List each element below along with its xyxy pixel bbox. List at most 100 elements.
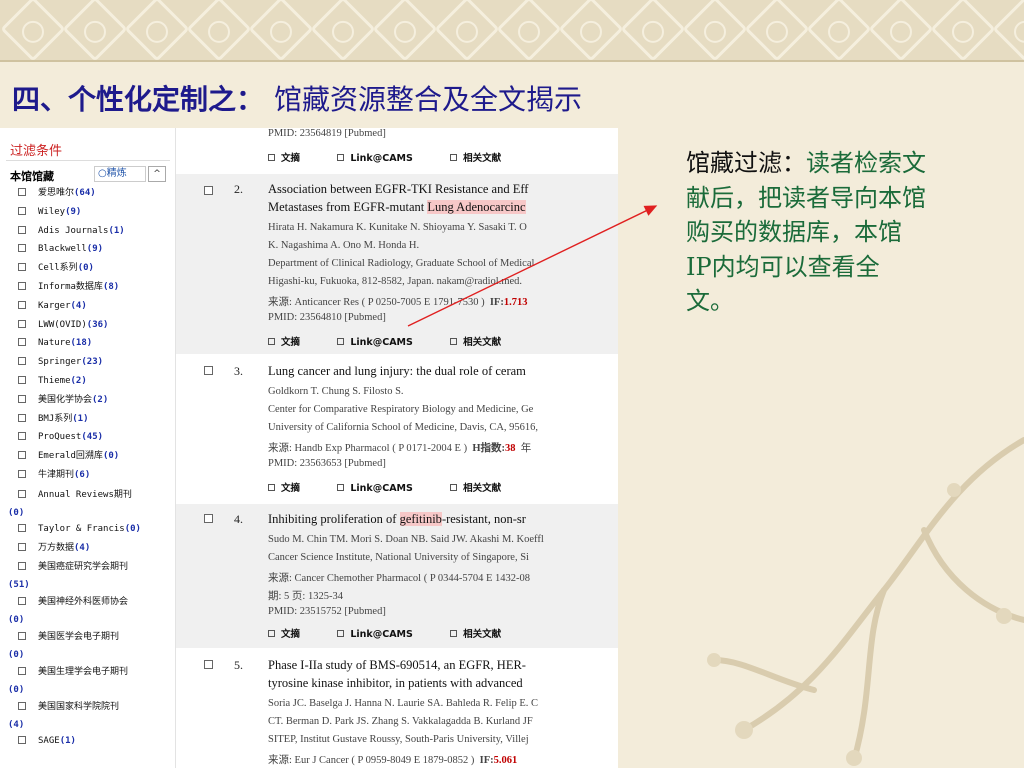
record-title[interactable]: Phase I-IIa study of BMS-690514, an EGFR… bbox=[268, 658, 618, 673]
link-cams[interactable]: Link@CAMS bbox=[337, 483, 413, 494]
related-link[interactable]: 相关文献 bbox=[450, 629, 501, 640]
callout-lead: 馆藏过滤： bbox=[686, 149, 806, 177]
filter-checkbox[interactable] bbox=[18, 188, 26, 196]
record-authors: Goldkorn T. Chung S. Filosto S. bbox=[268, 386, 404, 397]
filter-item[interactable]: Emerald回溯库(0) bbox=[18, 447, 174, 466]
filter-item[interactable]: 爱思唯尔(64) bbox=[18, 184, 174, 203]
record-pmid[interactable]: PMID: 23563653 [Pubmed] bbox=[268, 458, 618, 469]
record-links: 文摘 Link@CAMS 相关文献 bbox=[268, 150, 535, 164]
filter-item[interactable]: Taylor & Francis(0) bbox=[18, 520, 174, 539]
lattice-ornament-icon bbox=[558, 0, 624, 60]
filter-checkbox[interactable] bbox=[18, 469, 26, 478]
related-link[interactable]: 相关文献 bbox=[450, 153, 501, 164]
filter-item[interactable]: Annual Reviews期刊 (0) bbox=[8, 485, 174, 520]
related-link[interactable]: 相关文献 bbox=[450, 483, 501, 494]
filter-item[interactable]: Blackwell(9) bbox=[18, 240, 174, 259]
record-source: 来源: Eur J Cancer ( P 0959-8049 E 1879-08… bbox=[268, 755, 518, 766]
record-pmid[interactable]: PMID: 23564810 [Pubmed] bbox=[268, 312, 618, 323]
link-cams[interactable]: Link@CAMS bbox=[337, 337, 413, 348]
record-title-line2[interactable]: Metastases from EGFR-mutant Lung Adenoca… bbox=[268, 200, 618, 215]
filter-item[interactable]: Springer(23) bbox=[18, 353, 174, 372]
record-checkbox[interactable] bbox=[204, 514, 213, 523]
filter-item[interactable]: 美国国家科学院院刊 (4) bbox=[8, 697, 174, 732]
abstract-link[interactable]: 文摘 bbox=[268, 629, 300, 640]
lattice-ornament-icon bbox=[310, 0, 376, 60]
refine-button[interactable]: ○精炼 bbox=[94, 166, 146, 182]
record-title[interactable]: Association between EGFR-TKI Resistance … bbox=[268, 182, 618, 197]
record-links: 文摘 Link@CAMS 相关文献 bbox=[268, 334, 535, 348]
filter-item[interactable]: 万方数据(4) bbox=[18, 539, 174, 558]
filter-checkbox[interactable] bbox=[18, 542, 26, 551]
divider bbox=[6, 160, 170, 161]
filter-item[interactable]: 美国神经外科医师协会 (0) bbox=[8, 592, 174, 627]
filter-checkbox[interactable] bbox=[18, 632, 26, 641]
abstract-link[interactable]: 文摘 bbox=[268, 483, 300, 494]
record-number: 3. bbox=[234, 364, 243, 378]
link-cams[interactable]: Link@CAMS bbox=[337, 629, 413, 640]
filter-item[interactable]: Wiley(9) bbox=[18, 203, 174, 222]
filter-item[interactable]: 美国癌症研究学会期刊 (51) bbox=[8, 557, 174, 592]
filter-item[interactable]: SAGE(1) bbox=[18, 732, 174, 751]
doc-icon bbox=[268, 484, 275, 491]
filter-item[interactable]: Nature(18) bbox=[18, 334, 174, 353]
filter-checkbox[interactable] bbox=[18, 281, 26, 290]
filter-checkbox[interactable] bbox=[18, 244, 26, 253]
filter-checkbox[interactable] bbox=[18, 432, 26, 441]
filter-checkbox[interactable] bbox=[18, 489, 26, 498]
filter-checkbox[interactable] bbox=[18, 394, 26, 403]
record-affiliation: Department of Clinical Radiology, Gradua… bbox=[268, 258, 535, 269]
collapse-button[interactable]: ^ bbox=[148, 166, 166, 182]
filter-checkbox[interactable] bbox=[18, 263, 26, 272]
filter-title: 过滤条件 bbox=[10, 144, 63, 159]
filter-checkbox[interactable] bbox=[18, 357, 26, 366]
filter-checkbox[interactable] bbox=[18, 736, 26, 745]
filter-item[interactable]: LWW(OVID)(36) bbox=[18, 316, 174, 335]
filter-item[interactable]: ProQuest(45) bbox=[18, 428, 174, 447]
record-checkbox[interactable] bbox=[204, 186, 213, 195]
search-results-screenshot: 过滤条件 本馆馆藏 ○精炼 ^ 爱思唯尔(64) Wiley(9) Adis J… bbox=[0, 128, 618, 768]
doc-icon bbox=[337, 484, 345, 491]
abstract-link[interactable]: 文摘 bbox=[268, 153, 300, 164]
filter-item[interactable]: Cell系列(0) bbox=[18, 259, 174, 278]
filter-item[interactable]: 美国化学协会(2) bbox=[18, 391, 174, 410]
record-checkbox[interactable] bbox=[204, 660, 213, 669]
filter-checkbox[interactable] bbox=[18, 375, 26, 384]
filter-sidebar: 过滤条件 本馆馆藏 ○精炼 ^ 爱思唯尔(64) Wiley(9) Adis J… bbox=[0, 128, 176, 768]
filter-checkbox[interactable] bbox=[18, 702, 26, 711]
abstract-link[interactable]: 文摘 bbox=[268, 337, 300, 348]
filter-checkbox[interactable] bbox=[18, 667, 26, 676]
related-link[interactable]: 相关文献 bbox=[450, 337, 501, 348]
filter-checkbox[interactable] bbox=[18, 562, 26, 571]
filter-item[interactable]: 美国生理学会电子期刊 (0) bbox=[8, 662, 174, 697]
record-title[interactable]: Lung cancer and lung injury: the dual ro… bbox=[268, 364, 618, 379]
filter-checkbox[interactable] bbox=[18, 413, 26, 422]
plum-branch-decoration bbox=[707, 437, 1024, 766]
filter-checkbox[interactable] bbox=[18, 597, 26, 606]
lattice-ornament-icon bbox=[992, 0, 1024, 60]
record-checkbox[interactable] bbox=[204, 366, 213, 375]
filter-item[interactable]: 牛津期刊(6) bbox=[18, 466, 174, 485]
filter-item[interactable]: Karger(4) bbox=[18, 297, 174, 316]
filter-item[interactable]: Adis Journals(1) bbox=[18, 222, 174, 241]
filter-checkbox[interactable] bbox=[18, 319, 26, 328]
filter-item[interactable]: Thieme(2) bbox=[18, 372, 174, 391]
record-title-line2[interactable]: tyrosine kinase inhibitor, in patients w… bbox=[268, 676, 618, 691]
filter-item[interactable]: BMJ系列(1) bbox=[18, 410, 174, 429]
link-cams[interactable]: Link@CAMS bbox=[337, 153, 413, 164]
refine-label: 精炼 bbox=[106, 168, 127, 179]
filter-checkbox[interactable] bbox=[18, 523, 26, 532]
record-pmid[interactable]: PMID: 23515752 [Pubmed] bbox=[268, 606, 618, 617]
record-source: 来源: Cancer Chemother Pharmacol ( P 0344-… bbox=[268, 573, 531, 584]
lattice-ornament-icon bbox=[620, 0, 686, 60]
highlight-term: Lung Adenocarcinc bbox=[427, 200, 526, 214]
filter-item[interactable]: 美国医学会电子期刊 (0) bbox=[8, 627, 174, 662]
filter-checkbox[interactable] bbox=[18, 451, 26, 460]
filter-checkbox[interactable] bbox=[18, 300, 26, 309]
filter-item[interactable]: Informa数据库(8) bbox=[18, 278, 174, 297]
record-affiliation: Cancer Science Institute, National Unive… bbox=[268, 552, 529, 563]
record-title[interactable]: Inhibiting proliferation of gefitinib-re… bbox=[268, 512, 618, 527]
filter-checkbox[interactable] bbox=[18, 225, 26, 234]
callout-text: 馆藏过滤：读者检索文献后，把读者导向本馆购买的数据库，本馆IP内均可以查看全文。 bbox=[686, 146, 926, 319]
filter-checkbox[interactable] bbox=[18, 338, 26, 347]
filter-checkbox[interactable] bbox=[18, 206, 26, 215]
